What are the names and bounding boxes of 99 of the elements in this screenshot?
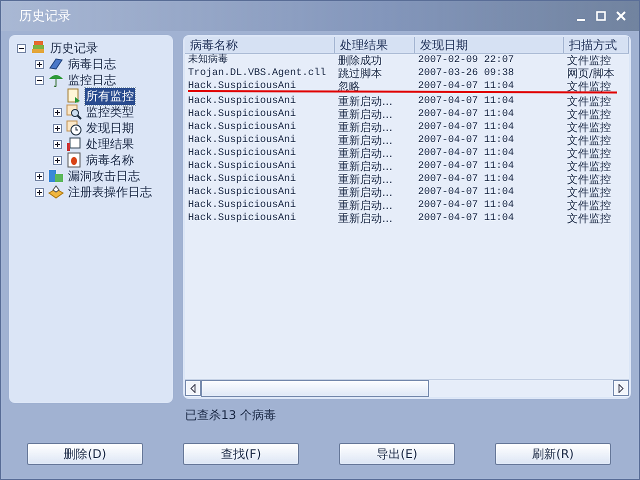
- table-cell-text: 文件监控: [566, 199, 612, 212]
- close-icon: [616, 11, 626, 21]
- column-header[interactable]: 处理结果: [335, 37, 415, 53]
- table-cell-text: Hack.SuspiciousAni: [187, 186, 298, 199]
- table-cell-text: 2007-04-07 11:04: [417, 147, 516, 160]
- expand-icon[interactable]: [53, 124, 62, 132]
- status-text: 已查杀13 个病毒: [185, 407, 278, 424]
- column-header[interactable]: 发现日期: [415, 37, 564, 53]
- table-cell-text: 文件监控: [566, 121, 612, 134]
- action-button[interactable]: 删除(D): [27, 443, 143, 465]
- table-cell-text: 网页/脚本: [566, 67, 616, 80]
- blocks-icon: [48, 168, 64, 184]
- table-cell-text: 文件监控: [566, 147, 612, 160]
- tree-item[interactable]: 漏洞攻击日志: [67, 168, 141, 184]
- collapse-icon[interactable]: [17, 44, 26, 52]
- table-cell-text: Hack.SuspiciousAni: [187, 199, 298, 212]
- table-cell-text: 重新启动...: [337, 134, 394, 147]
- tree-item[interactable]: 监控日志: [67, 72, 117, 88]
- magnifier-icon: [66, 104, 82, 120]
- table-cell-text: 2007-04-07 11:04: [417, 160, 516, 173]
- table-cell-text: 2007-03-26 09:38: [417, 67, 516, 80]
- table-cell-text: 2007-04-07 11:04: [417, 134, 516, 147]
- table-cell-text: 重新启动...: [337, 212, 394, 225]
- table-cell-text: Hack.SuspiciousAni: [187, 134, 298, 147]
- scrollbar-thumb[interactable]: [201, 380, 429, 397]
- action-button[interactable]: 导出(E): [339, 443, 455, 465]
- tree-item[interactable]: 病毒日志: [67, 56, 117, 72]
- tree-item[interactable]: 注册表操作日志: [67, 184, 153, 200]
- expand-icon[interactable]: [53, 108, 62, 116]
- action-button[interactable]: 刷新(R): [495, 443, 611, 465]
- table-cell-text: 重新启动...: [337, 160, 394, 173]
- scroll-right-button[interactable]: [613, 380, 629, 396]
- book-icon: [48, 56, 64, 72]
- table-cell-text: 重新启动...: [337, 173, 394, 186]
- table-cell-text: 文件监控: [566, 173, 612, 186]
- books-icon: [30, 40, 46, 56]
- table-cell-text: 文件监控: [566, 80, 612, 93]
- maximize-icon: [596, 11, 606, 21]
- table-cell-text: 文件监控: [566, 186, 612, 199]
- table-cell-text: Hack.SuspiciousAni: [187, 95, 298, 108]
- table-cell-text: Trojan.DL.VBS.Agent.cll: [187, 67, 328, 80]
- scroll-left-button[interactable]: [185, 380, 201, 396]
- table-cell-text: Hack.SuspiciousAni: [187, 212, 298, 225]
- column-header[interactable]: 病毒名称: [185, 37, 335, 53]
- table-cell-text: 重新启动...: [337, 95, 394, 108]
- expand-icon[interactable]: [53, 156, 62, 164]
- umbrella-icon: [48, 72, 64, 88]
- expand-icon[interactable]: [35, 188, 44, 196]
- tree-item[interactable]: 历史记录: [49, 40, 99, 56]
- tree-item[interactable]: 所有监控: [85, 88, 135, 104]
- table-cell-text: Hack.SuspiciousAni: [187, 147, 298, 160]
- window-title: 历史记录: [19, 8, 72, 25]
- table-cell-text: 重新启动...: [337, 121, 394, 134]
- minimize-icon: [577, 18, 585, 20]
- table-cell-text: 2007-04-07 11:04: [417, 199, 516, 212]
- clock-icon: [66, 120, 82, 136]
- table-cell-text: 文件监控: [566, 95, 612, 108]
- table-cell-text: 重新启动...: [337, 199, 394, 212]
- table-cell-text: Hack.SuspiciousAni: [187, 160, 298, 173]
- table-cell-text: 文件监控: [566, 160, 612, 173]
- table-cell-text: 未知病毒: [187, 54, 229, 67]
- collapse-icon[interactable]: [35, 76, 44, 84]
- table-cell-text: 2007-04-07 11:04: [417, 212, 516, 225]
- document-icon: [66, 136, 82, 152]
- expand-icon[interactable]: [35, 60, 44, 68]
- table-cell-text: 2007-04-07 11:04: [417, 95, 516, 108]
- table-cell-text: Hack.SuspiciousAni: [187, 173, 298, 186]
- tree-item[interactable]: 监控类型: [85, 104, 135, 120]
- expand-icon[interactable]: [53, 140, 62, 148]
- table-cell-text: 重新启动...: [337, 147, 394, 160]
- table-cell-text: 文件监控: [566, 108, 612, 121]
- box-icon: [48, 184, 64, 200]
- table-cell-text: 跳过脚本: [337, 67, 383, 80]
- right-arrow-icon: [618, 384, 624, 392]
- table-cell-text: 2007-04-07 11:04: [417, 121, 516, 134]
- table-cell-text: 重新启动...: [337, 186, 394, 199]
- table-cell-text: 2007-04-07 11:04: [417, 80, 516, 93]
- table-cell-text: Hack.SuspiciousAni: [187, 121, 298, 134]
- column-header[interactable]: 扫描方式: [564, 37, 629, 53]
- table-cell-text: 文件监控: [566, 134, 612, 147]
- expand-icon[interactable]: [35, 172, 44, 180]
- table-cell-text: 2007-04-07 11:04: [417, 186, 516, 199]
- document-icon: [66, 88, 82, 104]
- horizontal-scrollbar[interactable]: [185, 379, 629, 397]
- tree-item[interactable]: 发现日期: [85, 120, 135, 136]
- table-cell-text: 文件监控: [566, 54, 612, 67]
- left-arrow-icon: [190, 384, 196, 392]
- table-cell-text: 2007-04-07 11:04: [417, 173, 516, 186]
- table-cell-text: Hack.SuspiciousAni: [187, 108, 298, 121]
- action-button[interactable]: 查找(F): [183, 443, 299, 465]
- tree-item[interactable]: 处理结果: [85, 136, 135, 152]
- bug-icon: [66, 152, 82, 168]
- tree-item[interactable]: 病毒名称: [85, 152, 135, 168]
- table-cell-text: Hack.SuspiciousAni: [187, 80, 298, 93]
- table-cell-text: 2007-04-07 11:04: [417, 108, 516, 121]
- table-cell-text: 文件监控: [566, 212, 612, 225]
- table-cell-text: 删除成功: [337, 54, 383, 67]
- table-cell-text: 2007-02-09 22:07: [417, 54, 516, 67]
- table-cell-text: 重新启动...: [337, 108, 394, 121]
